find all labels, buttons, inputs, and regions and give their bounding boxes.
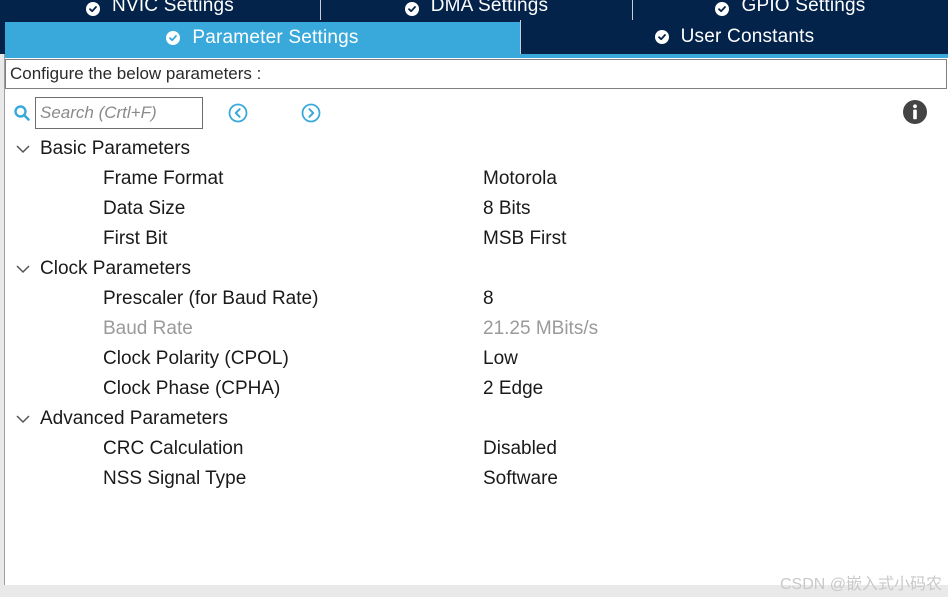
group-label: Basic Parameters — [40, 138, 190, 159]
search-icon — [14, 105, 30, 121]
tab-dma-settings[interactable]: DMA Settings — [320, 0, 632, 20]
circle-chevron-left-icon[interactable] — [227, 102, 249, 124]
tab-label: GPIO Settings — [741, 0, 866, 16]
param-name: Clock Phase (CPHA) — [103, 378, 281, 399]
watermark: CSDN @嵌入式小码农 — [779, 576, 942, 593]
tab-label: Parameter Settings — [192, 27, 359, 48]
info-icon[interactable] — [902, 99, 928, 125]
chevron-down-icon[interactable] — [15, 142, 31, 156]
param-row-data-size[interactable]: Data Size 8 Bits — [5, 194, 948, 224]
group-clock-parameters[interactable]: Clock Parameters — [5, 254, 948, 284]
check-circle-icon — [715, 2, 730, 16]
param-row-baud-rate: Baud Rate 21.25 MBits/s — [5, 314, 948, 344]
tab-label: User Constants — [680, 26, 815, 47]
chevron-down-icon[interactable] — [15, 412, 31, 426]
tab-label: DMA Settings — [430, 0, 549, 16]
param-name: Baud Rate — [103, 318, 193, 339]
check-circle-icon — [654, 30, 669, 44]
param-value[interactable]: 8 Bits — [483, 194, 531, 224]
active-tab-strip — [5, 54, 948, 58]
parameter-settings-panel: Configure the below parameters : Basic P… — [4, 54, 948, 585]
param-name: NSS Signal Type — [103, 468, 247, 489]
param-value[interactable]: Software — [483, 464, 558, 494]
tab-bar-secondary: NVIC Settings DMA Settings GPIO Settings — [0, 0, 948, 20]
param-name: Clock Polarity (CPOL) — [103, 348, 289, 369]
check-circle-icon — [166, 31, 181, 45]
group-basic-parameters[interactable]: Basic Parameters — [5, 134, 948, 164]
check-circle-icon — [404, 2, 419, 16]
circle-chevron-right-icon[interactable] — [300, 102, 322, 124]
param-row-frame-format[interactable]: Frame Format Motorola — [5, 164, 948, 194]
param-name: CRC Calculation — [103, 438, 244, 459]
tab-bar-primary: Parameter Settings User Constants — [0, 20, 948, 54]
check-circle-icon — [86, 2, 101, 16]
param-value[interactable]: MSB First — [483, 224, 566, 254]
param-value[interactable]: Motorola — [483, 164, 557, 194]
group-label: Advanced Parameters — [40, 408, 228, 429]
tab-label: NVIC Settings — [112, 0, 234, 16]
chevron-down-icon[interactable] — [15, 262, 31, 276]
tab-user-constants[interactable]: User Constants — [520, 20, 948, 54]
param-name: Prescaler (for Baud Rate) — [103, 288, 319, 309]
param-row-crc-calculation[interactable]: CRC Calculation Disabled — [5, 434, 948, 464]
param-value[interactable]: 2 Edge — [483, 374, 543, 404]
param-row-prescaler[interactable]: Prescaler (for Baud Rate) 8 — [5, 284, 948, 314]
param-row-clock-polarity[interactable]: Clock Polarity (CPOL) Low — [5, 344, 948, 374]
configure-banner: Configure the below parameters : — [5, 59, 947, 89]
param-row-clock-phase[interactable]: Clock Phase (CPHA) 2 Edge — [5, 374, 948, 404]
parameter-tree: Basic Parameters Frame Format Motorola D… — [5, 134, 948, 494]
param-row-first-bit[interactable]: First Bit MSB First — [5, 224, 948, 254]
param-name: Frame Format — [103, 168, 224, 189]
group-label: Clock Parameters — [40, 258, 191, 279]
param-value[interactable]: Disabled — [483, 434, 557, 464]
param-row-nss-signal-type[interactable]: NSS Signal Type Software — [5, 464, 948, 494]
tab-parameter-settings[interactable]: Parameter Settings — [5, 22, 520, 54]
param-value: 21.25 MBits/s — [483, 318, 599, 339]
param-value[interactable]: 8 — [483, 284, 494, 314]
tab-nvic-settings[interactable]: NVIC Settings — [0, 0, 320, 20]
param-name: First Bit — [103, 228, 168, 249]
param-value[interactable]: Low — [483, 344, 518, 374]
search-toolbar — [5, 94, 948, 130]
param-name: Data Size — [103, 198, 186, 219]
group-advanced-parameters[interactable]: Advanced Parameters — [5, 404, 948, 434]
tab-gpio-settings[interactable]: GPIO Settings — [632, 0, 948, 20]
search-input[interactable] — [35, 97, 203, 129]
